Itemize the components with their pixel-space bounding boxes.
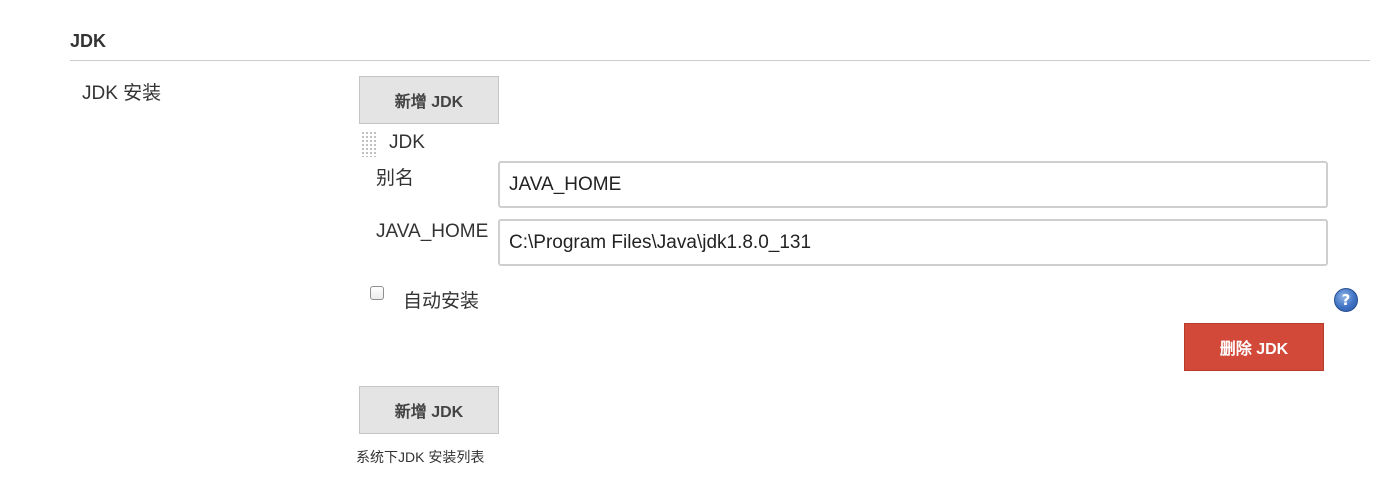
auto-install-checkbox[interactable] bbox=[370, 286, 384, 300]
help-icon[interactable]: ? bbox=[1334, 288, 1358, 312]
jdk-entry-heading: JDK bbox=[389, 132, 425, 153]
alias-label: 别名 bbox=[376, 168, 415, 189]
jdk-install-label: JDK 安装 bbox=[82, 83, 162, 104]
java-home-label: JAVA_HOME bbox=[376, 221, 489, 242]
add-jdk-button-top[interactable]: 新增 JDK bbox=[359, 76, 499, 124]
delete-jdk-button[interactable]: 删除 JDK bbox=[1184, 323, 1324, 371]
drag-handle-icon[interactable] bbox=[361, 131, 377, 157]
jdk-install-description: 系统下JDK 安装列表 bbox=[356, 449, 485, 465]
section-divider bbox=[70, 60, 1370, 61]
java-home-input[interactable] bbox=[498, 219, 1328, 266]
add-jdk-button-bottom[interactable]: 新增 JDK bbox=[359, 386, 499, 434]
section-title: JDK bbox=[70, 31, 107, 51]
auto-install-label: 自动安装 bbox=[403, 291, 480, 312]
alias-input[interactable] bbox=[498, 161, 1328, 208]
